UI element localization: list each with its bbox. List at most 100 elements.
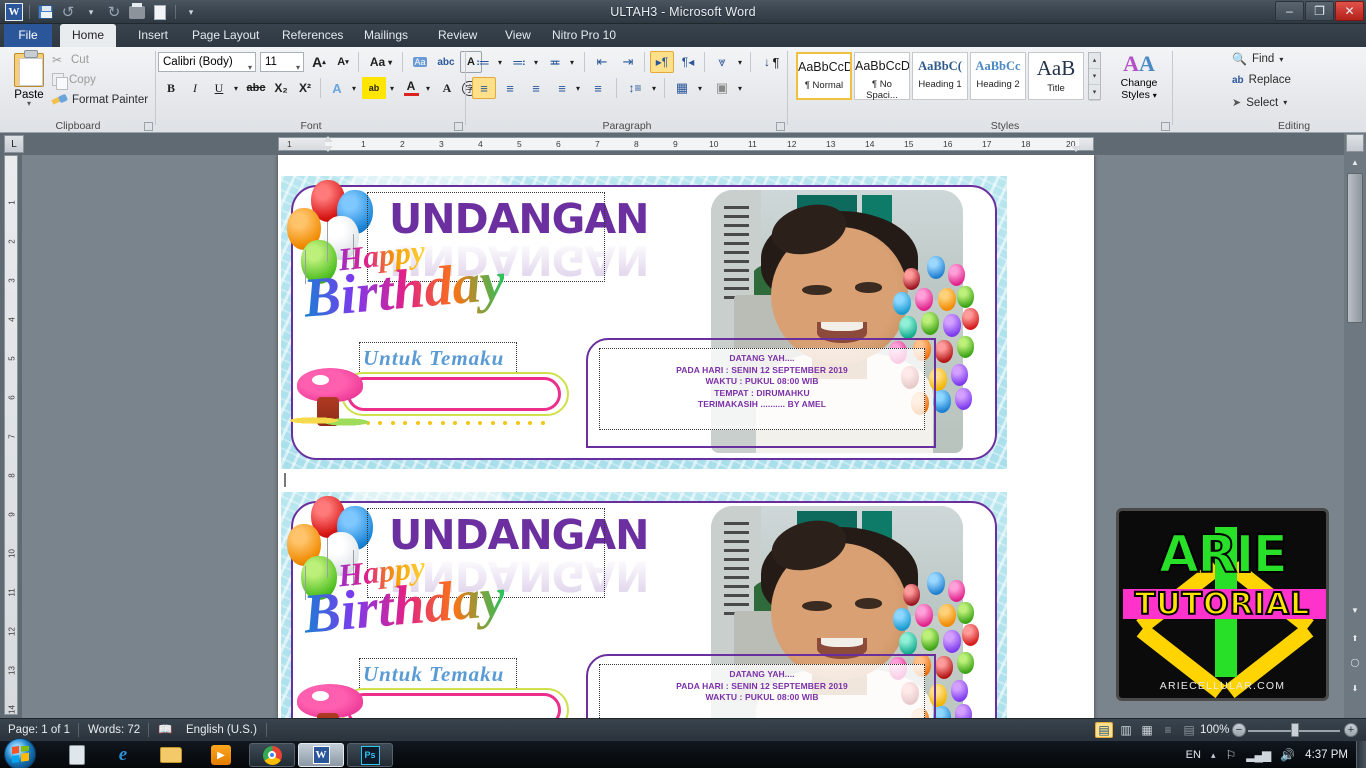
- tab-stop-selector[interactable]: L: [4, 135, 24, 153]
- select-button[interactable]: ➤ Select ▾: [1232, 96, 1287, 109]
- style-heading-1[interactable]: AaBbC( Heading 1: [912, 52, 968, 100]
- chevron-down-icon[interactable]: ▾: [296, 59, 300, 77]
- print-layout-view-button[interactable]: ▤: [1095, 722, 1113, 738]
- start-button[interactable]: [4, 738, 36, 768]
- scroll-down-icon[interactable]: ▾: [1089, 69, 1100, 85]
- chevron-down-icon[interactable]: ▾: [1279, 55, 1283, 64]
- align-right-button[interactable]: ≡: [524, 77, 548, 99]
- web-layout-view-button[interactable]: ▦: [1138, 722, 1156, 738]
- zoom-out-button[interactable]: −: [1232, 723, 1246, 737]
- style-heading-2[interactable]: AaBbCc Heading 2: [970, 52, 1026, 100]
- styles-more-icon[interactable]: ▾: [1089, 85, 1100, 101]
- bold-button[interactable]: B: [160, 77, 182, 99]
- borders-button[interactable]: ▣: [710, 77, 734, 99]
- zoom-level[interactable]: 100%: [1200, 719, 1229, 741]
- internet-explorer-icon[interactable]: e: [110, 743, 136, 767]
- paste-button[interactable]: Paste ▾: [6, 51, 52, 113]
- replace-button[interactable]: ab Replace: [1232, 74, 1291, 86]
- align-left-button[interactable]: ≡: [472, 77, 496, 99]
- clock[interactable]: 4:37 PM: [1305, 749, 1348, 761]
- change-case-button[interactable]: Aa▾: [364, 52, 398, 72]
- vertical-ruler[interactable]: 1 2 3 4 5 6 7 8 9 10 11 12 13 14: [0, 155, 22, 720]
- style-no-spacing[interactable]: AaBbCcDc ¶ No Spaci...: [854, 52, 910, 100]
- justify-dropdown-icon[interactable]: ▾: [572, 77, 584, 99]
- highlight-dropdown-icon[interactable]: ▾: [386, 77, 398, 99]
- text-effects-button[interactable]: A: [326, 77, 348, 99]
- font-color-button[interactable]: A: [400, 75, 422, 99]
- full-screen-reading-view-button[interactable]: ▥: [1117, 722, 1135, 738]
- shading-dropdown-icon[interactable]: ▾: [694, 77, 706, 99]
- tab-page-layout[interactable]: Page Layout: [180, 24, 271, 47]
- photoshop-icon[interactable]: Ps: [347, 743, 393, 767]
- chrome-icon[interactable]: [249, 743, 295, 767]
- font-name-combobox[interactable]: Calibri (Body) ▾: [158, 52, 256, 72]
- hanging-indent-marker[interactable]: [323, 146, 333, 152]
- show-formatting-marks-button[interactable]: ¶: [766, 51, 786, 73]
- decrease-indent-button[interactable]: ⇤: [590, 51, 614, 73]
- previous-page-button[interactable]: ⬆: [1346, 631, 1364, 647]
- change-styles-button[interactable]: AA Change Styles ▾: [1110, 51, 1168, 101]
- tab-file[interactable]: File: [4, 24, 52, 47]
- horizontal-ruler[interactable]: L 1 1 2 3 4 5 6 7 8 9 10 11 12 13 14 15 …: [0, 133, 1366, 155]
- copy-button[interactable]: Copy: [52, 73, 96, 86]
- ruler-track[interactable]: 1 1 2 3 4 5 6 7 8 9 10 11 12 13 14 15 16…: [278, 137, 1094, 151]
- style-title[interactable]: AaB Title: [1028, 52, 1084, 100]
- align-center-button[interactable]: ≡: [498, 77, 522, 99]
- scrollbar-thumb[interactable]: [1347, 173, 1363, 323]
- next-page-button[interactable]: ⬇: [1346, 681, 1364, 697]
- card2-invitation-textbox[interactable]: DATANG YAH.... PADA HARI : SENIN 12 SEPT…: [599, 664, 925, 718]
- browse-object-button[interactable]: ◯: [1346, 655, 1364, 671]
- card2-name-field[interactable]: [347, 693, 561, 718]
- invitation-card-2[interactable]: UNDANGAN UNDANGAN Happy Birthday Untuk T…: [281, 492, 1007, 718]
- scroll-up-arrow[interactable]: ▲: [1346, 155, 1364, 171]
- numbering-button[interactable]: ≕: [508, 51, 530, 73]
- underline-button[interactable]: U: [208, 77, 230, 99]
- tab-mailings[interactable]: Mailings: [352, 24, 420, 47]
- tab-references[interactable]: References: [270, 24, 355, 47]
- tab-view[interactable]: View: [493, 24, 543, 47]
- draft-view-button[interactable]: ▤: [1180, 722, 1198, 738]
- card1-name-field[interactable]: [347, 377, 561, 411]
- show-hidden-icons-icon[interactable]: ▴: [1211, 750, 1216, 761]
- find-button[interactable]: 🔍 Find ▾: [1232, 52, 1283, 66]
- increase-indent-button[interactable]: ⇥: [616, 51, 640, 73]
- justify-button[interactable]: ≡: [550, 77, 574, 99]
- clear-formatting-icon[interactable]: Aa: [408, 51, 432, 73]
- paragraph-dialog-launcher[interactable]: [776, 122, 785, 131]
- bullets-dropdown-icon[interactable]: ▾: [494, 51, 506, 73]
- minimize-button[interactable]: –: [1275, 1, 1304, 21]
- borders-dropdown-icon[interactable]: ▾: [734, 77, 746, 99]
- chevron-down-icon[interactable]: ▾: [1283, 98, 1287, 107]
- distributed-button[interactable]: ≡: [586, 77, 610, 99]
- multilevel-list-button[interactable]: ≖: [544, 51, 566, 73]
- font-size-combobox[interactable]: 11 ▾: [260, 52, 304, 72]
- bullets-button[interactable]: ≔: [472, 51, 494, 73]
- first-line-indent-marker[interactable]: [323, 136, 333, 142]
- tab-nitro-pro-10[interactable]: Nitro Pro 10: [540, 24, 628, 47]
- network-flag-icon[interactable]: ⚐: [1225, 748, 1236, 762]
- close-button[interactable]: ✕: [1335, 1, 1364, 21]
- scroll-up-icon[interactable]: ▴: [1089, 53, 1100, 69]
- proofing-icon[interactable]: 📖: [158, 719, 172, 741]
- zoom-slider-thumb[interactable]: [1291, 723, 1299, 737]
- styles-dialog-launcher[interactable]: [1161, 122, 1170, 131]
- italic-button[interactable]: I: [184, 77, 206, 99]
- media-player-icon[interactable]: ▶: [208, 743, 234, 767]
- font-dialog-launcher[interactable]: [454, 122, 463, 131]
- phonetic-guide-icon[interactable]: abc: [434, 51, 458, 73]
- calculator-icon[interactable]: [64, 743, 90, 767]
- cut-button[interactable]: ✂ Cut: [52, 53, 89, 67]
- subscript-button[interactable]: X₂: [270, 77, 292, 99]
- superscript-button[interactable]: X²: [294, 77, 316, 99]
- phonetic-a-icon[interactable]: A: [436, 77, 458, 99]
- clipboard-dialog-launcher[interactable]: [144, 122, 153, 131]
- signal-icon[interactable]: ▂▄▆: [1246, 748, 1270, 762]
- grow-font-button[interactable]: A▴: [308, 52, 330, 72]
- sort-dropdown-icon[interactable]: ▾: [734, 51, 746, 73]
- chevron-down-icon[interactable]: ▾: [6, 101, 52, 107]
- show-desktop-button[interactable]: [1356, 741, 1366, 768]
- line-spacing-dropdown-icon[interactable]: ▾: [648, 77, 660, 99]
- document-page[interactable]: UNDANGAN UNDANGAN Happy Birthday Untuk T…: [278, 155, 1094, 718]
- shrink-font-button[interactable]: A▾: [332, 52, 354, 72]
- text-highlight-button[interactable]: ab: [362, 77, 386, 99]
